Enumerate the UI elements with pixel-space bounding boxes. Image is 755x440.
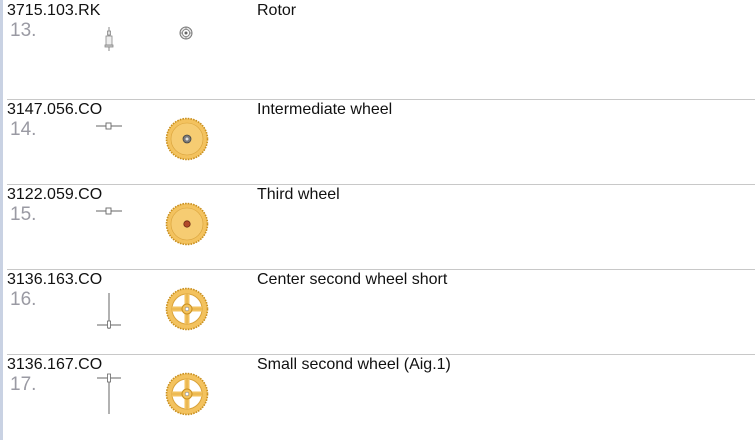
part-name: Third wheel: [257, 186, 340, 203]
left-margin-rule: [0, 0, 3, 440]
rotor-bearing-icon: [179, 26, 193, 40]
rotor-pin-side-view-icon: [104, 27, 114, 51]
part-number: 3136.163.CO: [7, 271, 103, 288]
part-number: 3147.056.CO: [7, 101, 103, 118]
wheel-pinion-side-view-icon: [97, 293, 121, 329]
part-name: Small second wheel (Aig.1): [257, 356, 451, 373]
wheel-pinion-side-view-icon: [97, 373, 121, 414]
gold-wheel-icon: [165, 117, 209, 161]
gold-wheel-icon: [165, 202, 209, 246]
part-number: 3122.059.CO: [7, 186, 103, 203]
part-name: Center second wheel short: [257, 271, 448, 288]
part-number: 3715.103.RK: [7, 2, 101, 19]
part-name: Rotor: [257, 2, 297, 19]
part-row-15: 3122.059.CO 15. Third wheel: [7, 184, 755, 268]
part-row-14: 3147.056.CO 14. Intermediate wheel: [7, 99, 755, 183]
item-index: 13.: [10, 20, 37, 41]
part-row-13: 3715.103.RK 13. Rotor: [7, 0, 755, 84]
wheel-pinion-side-view-icon: [96, 207, 122, 215]
part-name: Intermediate wheel: [257, 101, 393, 118]
item-index: 14.: [10, 119, 37, 140]
wheel-pinion-side-view-icon: [96, 122, 122, 130]
parts-list: 3715.103.RK 13. Rotor 3147.056.CO 14. In…: [7, 0, 755, 440]
spoked-gold-wheel-icon: [165, 287, 209, 331]
item-index: 15.: [10, 204, 37, 225]
row-divider: [7, 184, 755, 185]
part-row-16: 3136.163.CO 16. Center second wheel shor…: [7, 269, 755, 353]
spoked-gold-wheel-icon: [165, 372, 209, 416]
part-number: 3136.167.CO: [7, 356, 103, 373]
item-index: 17.: [10, 374, 37, 395]
part-row-17: 3136.167.CO 17. Small second wheel (Aig.…: [7, 354, 755, 438]
item-index: 16.: [10, 289, 37, 310]
